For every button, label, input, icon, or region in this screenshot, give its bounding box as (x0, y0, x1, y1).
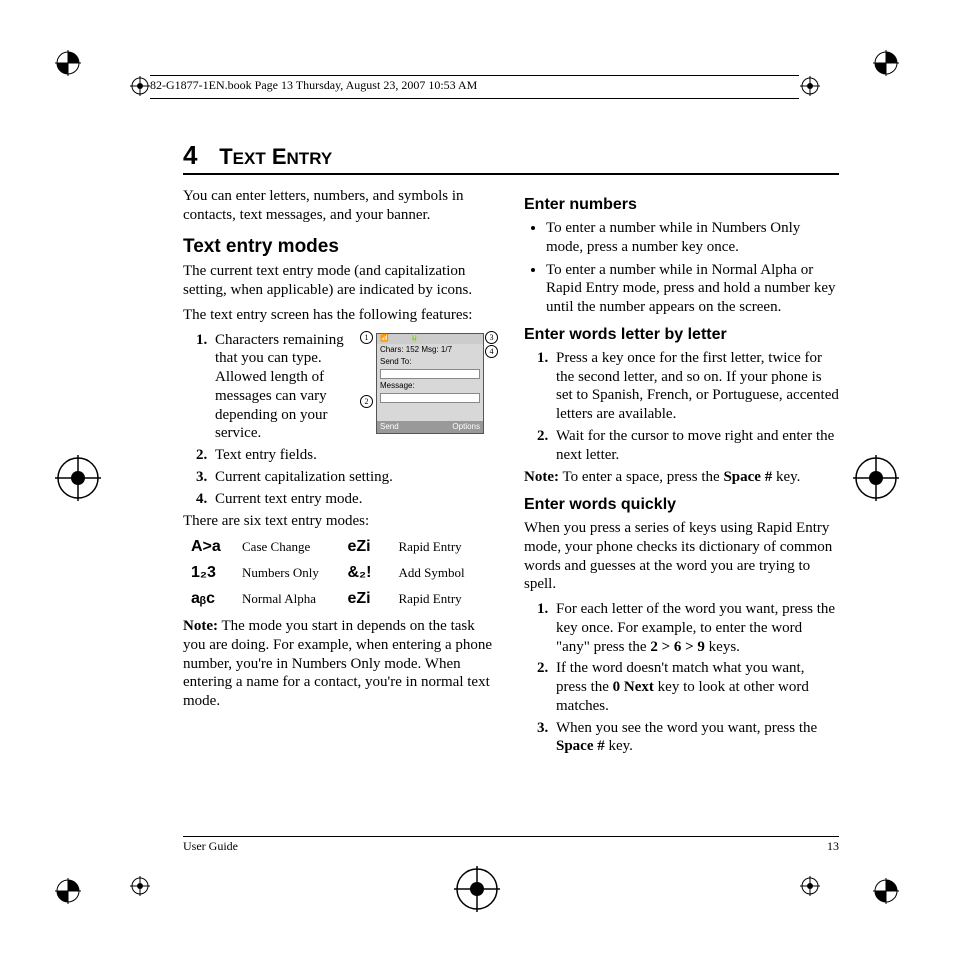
key-name: Space # (556, 738, 605, 754)
registration-icon (130, 876, 150, 896)
body-text: There are six text entry modes: (183, 512, 498, 531)
footer-left: User Guide (183, 839, 238, 854)
case-change-icon: A>a (191, 537, 236, 557)
numbered-list: Press a key once for the first letter, t… (524, 349, 839, 465)
note-text: Note: The mode you start in depends on t… (183, 617, 498, 711)
chapter-title: TEXT ENTRY (219, 144, 332, 169)
callout-2: 2 (360, 395, 373, 408)
message-input (380, 393, 480, 403)
list-item: Current text entry mode. (211, 490, 498, 509)
numbers-only-icon: 1₂3 (191, 563, 236, 583)
status-bar: 📶 🔋 (377, 334, 483, 345)
note-text: Note: To enter a space, press the Space … (524, 468, 839, 487)
page-body: 4 TEXT ENTRY You can enter letters, numb… (183, 140, 839, 854)
add-symbol-icon: &₂! (348, 563, 393, 583)
mode-label: Add Symbol (399, 565, 499, 581)
modes-table: A>a Case Change eZi Rapid Entry 1₂3 Numb… (191, 537, 498, 609)
normal-alpha-icon: aᵦc (191, 589, 236, 609)
callout-3: 3 (485, 331, 498, 344)
chapter-number: 4 (183, 140, 197, 171)
list-item: If the word doesn't match what you want,… (552, 659, 839, 715)
mode-label: Case Change (242, 539, 342, 555)
callout-4: 4 (485, 345, 498, 358)
mode-label: Rapid Entry (399, 539, 499, 555)
registration-icon (130, 76, 150, 96)
section-heading-letter: Enter words letter by letter (524, 325, 839, 345)
registration-target-icon (853, 455, 899, 501)
note-label: Note: (183, 618, 218, 634)
footer-page-number: 13 (827, 839, 839, 854)
crop-mark-icon (55, 50, 81, 76)
left-column: You can enter letters, numbers, and symb… (183, 187, 498, 760)
mode-label: Numbers Only (242, 565, 342, 581)
rapid-entry-icon: eZi (348, 537, 393, 557)
intro-text: You can enter letters, numbers, and symb… (183, 187, 498, 225)
send-to-label: Send To: (377, 356, 483, 368)
registration-icon (800, 76, 820, 96)
section-heading-quick: Enter words quickly (524, 495, 839, 515)
key-name: 2 > 6 > 9 (650, 639, 705, 655)
right-column: Enter numbers To enter a number while in… (524, 187, 839, 760)
mode-label: Normal Alpha (242, 591, 342, 607)
registration-target-icon (55, 455, 101, 501)
crop-mark-icon (55, 878, 81, 904)
body-text: The current text entry mode (and capital… (183, 262, 498, 300)
rapid-entry-icon: eZi (348, 589, 393, 609)
send-to-input (380, 369, 480, 379)
list-item: Current capitalization setting. (211, 468, 498, 487)
key-name: Space # (723, 469, 772, 485)
message-label: Message: (377, 380, 483, 392)
numbered-list: For each letter of the word you want, pr… (524, 600, 839, 756)
callout-1: 1 (360, 331, 373, 344)
page-footer: User Guide 13 (183, 836, 839, 854)
list-item: To enter a number while in Numbers Only … (546, 219, 839, 257)
phone-screenshot: 1 3 4 2 📶 🔋 Chars: 152 Msg: 1/7 Send To:… (360, 333, 498, 435)
header-text: 82-G1877-1EN.book Page 13 Thursday, Augu… (150, 78, 477, 92)
list-item: Wait for the cursor to move right and en… (552, 427, 839, 465)
softkey-right: Options (452, 422, 480, 432)
bullet-list: To enter a number while in Numbers Only … (524, 219, 839, 317)
list-item: To enter a number while in Normal Alpha … (546, 261, 839, 317)
crop-mark-icon (873, 878, 899, 904)
body-text: The text entry screen has the following … (183, 306, 498, 325)
section-heading-modes: Text entry modes (183, 235, 498, 259)
section-heading-numbers: Enter numbers (524, 195, 839, 215)
registration-target-icon (454, 866, 500, 912)
key-name: 0 Next (613, 679, 654, 695)
chars-remaining: Chars: 152 Msg: 1/7 (377, 344, 483, 356)
list-item: When you see the word you want, press th… (552, 719, 839, 757)
list-item: Text entry fields. (211, 446, 498, 465)
body-text: When you press a series of keys using Ra… (524, 519, 839, 594)
list-item: For each letter of the word you want, pr… (552, 600, 839, 656)
softkey-left: Send (380, 422, 399, 432)
mode-label: Rapid Entry (399, 591, 499, 607)
chapter-heading: 4 TEXT ENTRY (183, 140, 839, 175)
crop-mark-icon (873, 50, 899, 76)
note-label: Note: (524, 469, 559, 485)
registration-icon (800, 876, 820, 896)
print-header: 82-G1877-1EN.book Page 13 Thursday, Augu… (150, 75, 799, 99)
list-item: Press a key once for the first letter, t… (552, 349, 839, 424)
